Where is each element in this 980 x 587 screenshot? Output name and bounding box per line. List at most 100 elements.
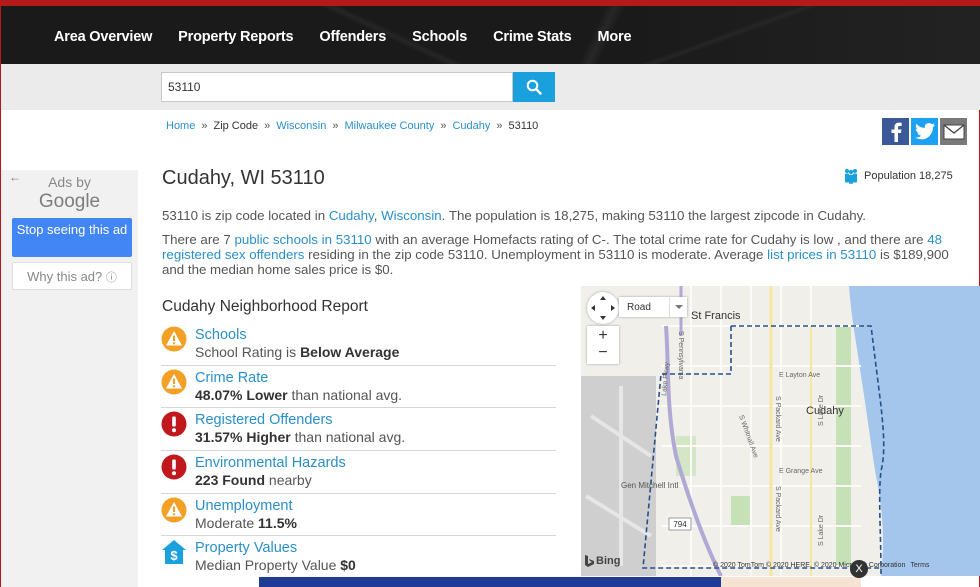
report-item-name[interactable]: Schools: [195, 327, 247, 343]
report-item-detail: 48.07% Lower than national avg.: [195, 387, 402, 403]
warning-icon: [161, 369, 187, 395]
twitter-share-button[interactable]: [911, 118, 938, 145]
summary-text: . The population is 18,275, making 53110…: [441, 208, 866, 223]
email-icon: [943, 123, 964, 139]
breadcrumb-county[interactable]: Milwaukee County: [344, 120, 434, 132]
breadcrumb-current: 53110: [508, 120, 539, 132]
map-pan-control[interactable]: [587, 292, 619, 324]
map-label-packard-south: S Packard Ave: [774, 486, 781, 532]
chevron-down-icon: [669, 297, 687, 317]
report-detail-text: Moderate: [195, 514, 259, 531]
nav-area-overview[interactable]: Area Overview: [54, 29, 152, 45]
population-text: Population 18,275: [864, 170, 953, 182]
report-detail-value: 223 Found: [195, 472, 266, 489]
zoom-in-button[interactable]: +: [587, 326, 619, 345]
details-text: There are 7: [162, 232, 235, 247]
facebook-icon: [891, 122, 902, 142]
stop-seeing-ad-button[interactable]: Stop seeing this ad: [12, 218, 132, 257]
report-item-crime-rate: Crime Rate 48.07% Lower than national av…: [161, 366, 556, 409]
map-label-cudahy: Cudahy: [806, 405, 844, 417]
report-item-detail: Moderate 11.5%: [195, 515, 297, 531]
map-label-route: 794: [673, 520, 687, 529]
map-zoom-control: + −: [587, 326, 619, 364]
list-prices-link[interactable]: list prices in 53110: [767, 247, 876, 262]
map-label-gen-mitchell: Gen Mitchell Intl: [621, 481, 679, 490]
share-buttons: [882, 118, 967, 145]
nav-schools[interactable]: Schools: [412, 29, 467, 45]
email-share-button[interactable]: [940, 118, 967, 145]
state-link[interactable]: Wisconsin: [381, 208, 442, 223]
close-ad-button[interactable]: X: [850, 560, 868, 578]
breadcrumb: Home » Zip Code » Wisconsin » Milwaukee County…: [166, 120, 538, 132]
report-detail-value: 31.57% Higher: [195, 429, 291, 446]
map-canvas: St Francis Cudahy E Layton Ave E Grange …: [581, 286, 980, 576]
bing-icon: [585, 555, 594, 567]
report-detail-text: than national avg.: [290, 429, 406, 446]
nav-offenders[interactable]: Offenders: [319, 29, 386, 45]
report-detail-value: 48.07% Lower: [195, 386, 288, 403]
house-dollar-icon: $: [162, 540, 186, 565]
neighborhood-report-list: Schools School Rating is Below Average C…: [161, 323, 556, 579]
report-item-name[interactable]: Crime Rate: [195, 370, 268, 386]
facebook-share-button[interactable]: [882, 118, 909, 145]
svg-text:$: $: [170, 548, 178, 563]
breadcrumb-sep: »: [264, 120, 271, 132]
report-item-name[interactable]: Property Values: [195, 540, 297, 556]
map-type-dropdown[interactable]: Road: [619, 297, 687, 317]
map-view[interactable]: St Francis Cudahy E Layton Ave E Grange …: [581, 286, 980, 576]
details-text: residing in the zip code 53110. Unemploy…: [304, 247, 768, 262]
search-input[interactable]: [161, 72, 513, 102]
report-detail-text: Median Property Value: [195, 557, 341, 574]
breadcrumb-zip: Zip Code: [213, 120, 259, 132]
page-title: Cudahy, WI 53110: [162, 167, 325, 189]
breadcrumb-city[interactable]: Cudahy: [452, 120, 490, 132]
report-item-schools: Schools School Rating is Below Average: [161, 323, 556, 366]
bottom-ad-banner[interactable]: [259, 577, 721, 587]
report-item-name[interactable]: Environmental Hazards: [195, 455, 346, 471]
details-text: with an average Homefacts rating of C-. …: [371, 232, 928, 247]
map-terms-link[interactable]: Terms: [910, 562, 929, 569]
bing-logo: Bing: [585, 555, 620, 567]
report-detail-text: nearby: [265, 472, 312, 489]
summary-text: ,: [373, 208, 382, 223]
population-badge: Population 18,275: [843, 168, 953, 184]
map-copyright-text: © 2020 TomTom © 2020 HERE, © 2020 Micros…: [713, 562, 906, 569]
report-detail-value: 11.5%: [258, 514, 297, 531]
report-item-detail: School Rating is Below Average: [195, 344, 399, 360]
summary-paragraph: 53110 is zip code located in Cudahy, Wis…: [162, 208, 962, 223]
map-type-value: Road: [627, 301, 651, 313]
report-item-detail: 31.57% Higher than national avg.: [195, 429, 405, 445]
report-detail-value: $0: [340, 557, 356, 574]
map-label-packard: S Packard Ave: [774, 396, 781, 442]
nav-more[interactable]: More: [598, 29, 632, 45]
public-schools-link[interactable]: public schools in 53110: [234, 232, 371, 247]
map-label-grange: E Grange Ave: [779, 468, 823, 475]
bing-label: Bing: [596, 555, 621, 567]
neighborhood-report-title: Cudahy Neighborhood Report: [162, 298, 368, 315]
map-label-layton: E Layton Ave: [779, 372, 820, 379]
alert-icon: [161, 411, 187, 437]
breadcrumb-home[interactable]: Home: [166, 120, 195, 132]
map-label-lakedr-south: S Lake Dr: [818, 514, 825, 546]
report-item-name[interactable]: Registered Offenders: [195, 412, 333, 428]
map-label-st-francis: St Francis: [691, 310, 741, 322]
report-item-detail: Median Property Value $0: [195, 557, 356, 573]
twitter-icon: [914, 123, 935, 140]
report-item-name[interactable]: Unemployment: [195, 498, 293, 514]
breadcrumb-sep: »: [496, 120, 503, 132]
nav-crime-stats[interactable]: Crime Stats: [493, 29, 572, 45]
breadcrumb-sep: »: [201, 120, 208, 132]
google-logo: Google: [38, 191, 101, 212]
map-label-whitnall: S Whitnall Ave: [737, 414, 759, 459]
warning-icon: [161, 326, 187, 352]
why-this-ad-button[interactable]: Why this ad? ⓘ: [12, 262, 132, 290]
report-item-detail: 223 Found nearby: [195, 472, 312, 488]
nav-property-reports[interactable]: Property Reports: [178, 29, 293, 45]
report-item-registered-offenders: Registered Offenders 31.57% Higher than …: [161, 408, 556, 452]
city-link[interactable]: Cudahy: [329, 208, 374, 223]
alert-icon: [161, 454, 187, 480]
search-icon: [526, 79, 542, 95]
zoom-out-button[interactable]: −: [587, 345, 619, 364]
search-button[interactable]: [513, 72, 555, 102]
breadcrumb-state[interactable]: Wisconsin: [276, 120, 326, 132]
